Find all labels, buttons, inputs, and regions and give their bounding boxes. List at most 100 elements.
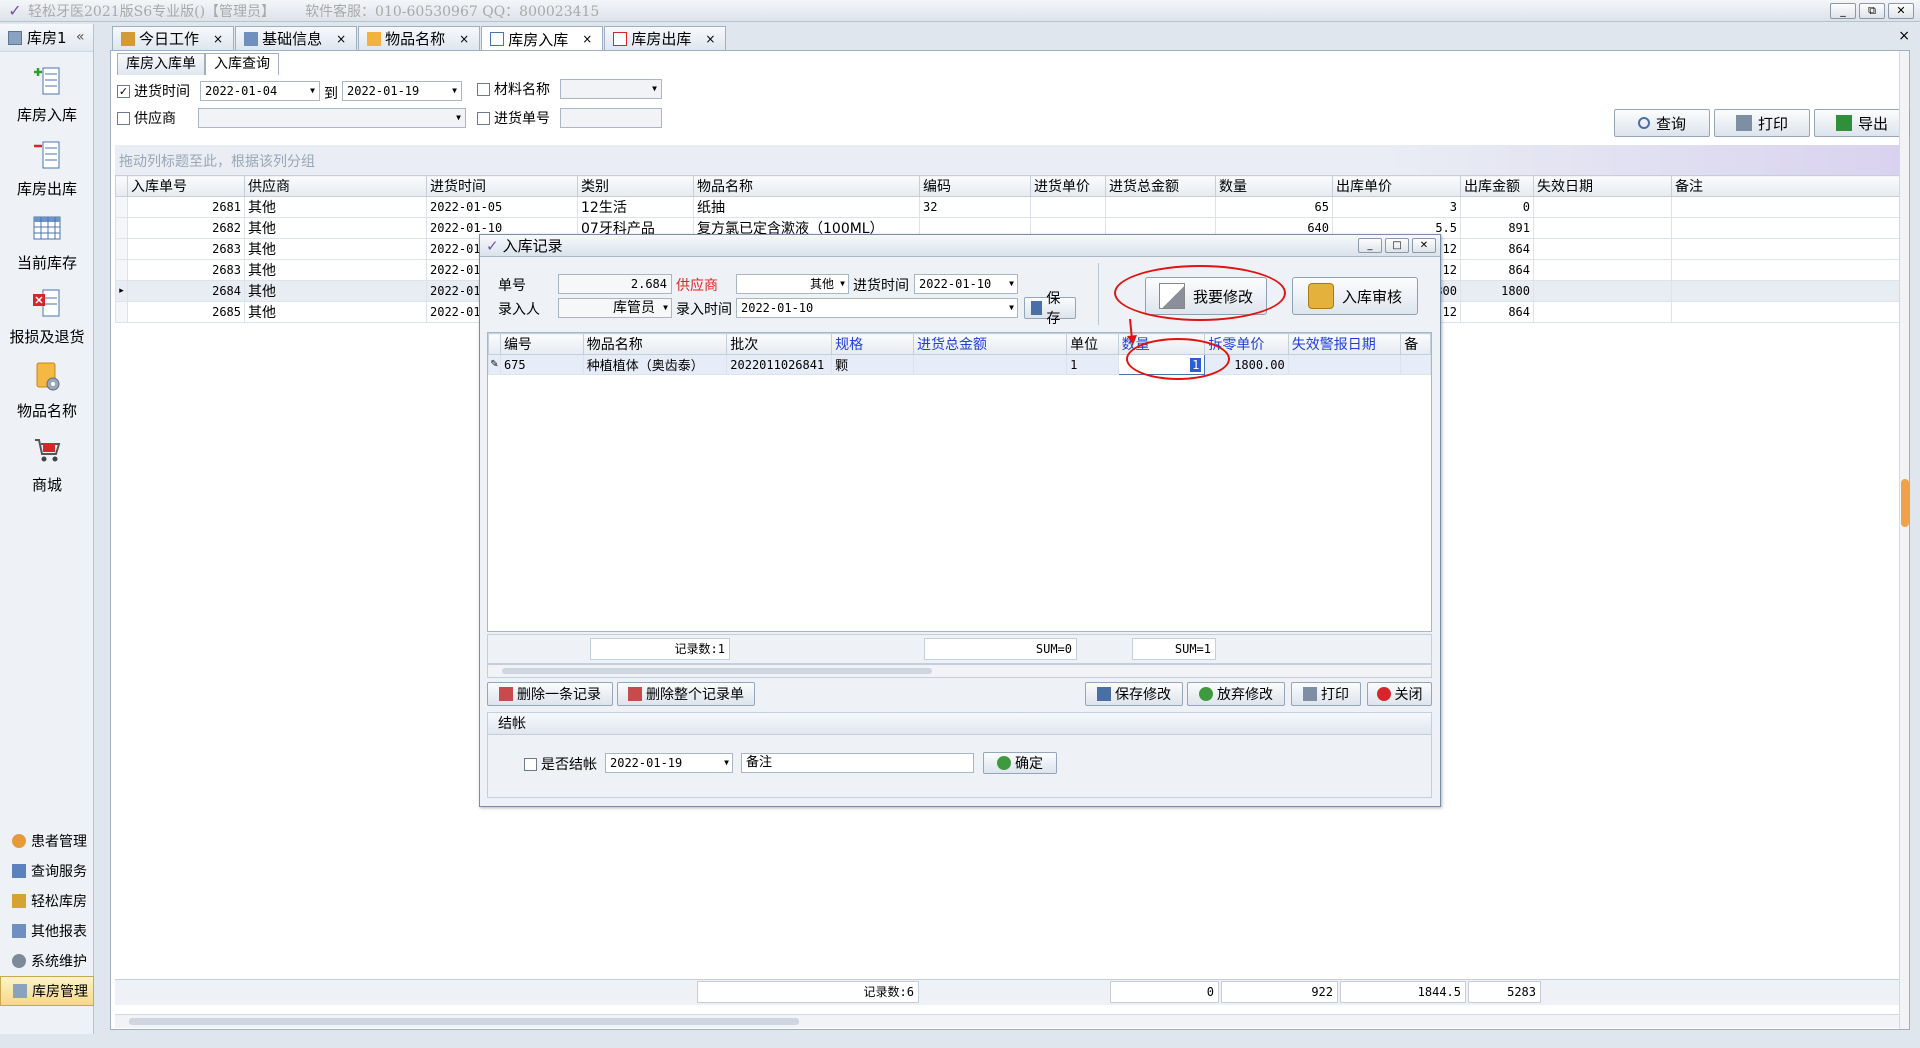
group-by-panel[interactable]: 拖动列标题至此，根据该列分组 (115, 145, 1905, 179)
tab-close-icon[interactable]: × (213, 32, 223, 46)
save-button[interactable]: 保存 (1024, 291, 1076, 327)
column-header[interactable]: 物品名称 (582, 333, 728, 355)
purchase-time-label: 进货时间 (853, 278, 909, 294)
tab-today-work[interactable]: 今日工作 × (112, 26, 235, 50)
column-header[interactable]: 供应商 (244, 175, 427, 197)
horizontal-scrollbar[interactable] (115, 1014, 1905, 1028)
column-header[interactable]: 失效日期 (1533, 175, 1672, 197)
column-header[interactable]: 入库单号 (127, 175, 245, 197)
subtab-stock-in-form[interactable]: 库房入库单 (117, 53, 205, 75)
purchase-time-picker[interactable]: 2022-01-10 ▼ (914, 274, 1018, 294)
tab-item-names[interactable]: 物品名称 × (358, 26, 481, 50)
quantity-cell-editor[interactable]: 1 (1117, 354, 1206, 375)
dialog-close-button[interactable]: ✕ (1412, 238, 1436, 253)
entry-time-picker[interactable]: 2022-01-10 ▼ (736, 298, 1018, 318)
column-header[interactable]: 拆零单价 (1204, 333, 1289, 355)
entered-by-field[interactable]: 库管员 ▼ (558, 298, 672, 318)
nav-item-storage-manage[interactable]: 库房管理 (0, 976, 94, 1006)
column-header[interactable]: 失效警报日期 (1287, 333, 1402, 355)
tab-close-icon[interactable]: × (582, 32, 592, 46)
export-button[interactable]: 导出 (1814, 109, 1910, 137)
tab-close-icon[interactable]: × (705, 32, 715, 46)
column-header[interactable]: 类别 (577, 175, 694, 197)
tab-close-icon[interactable]: × (336, 32, 346, 46)
purchase-time-checkbox[interactable]: ✓ (117, 84, 130, 98)
dialog-minimize-button[interactable]: _ (1358, 238, 1382, 253)
dialog-title: 入库记录 (502, 237, 563, 255)
minimize-button[interactable]: _ (1830, 3, 1856, 19)
supplier-select[interactable]: 其他 ▼ (736, 274, 849, 294)
column-header[interactable]: 批次 (726, 333, 833, 355)
table-row[interactable]: ✎ 675 种植植体（奥齿泰） 2022011026841 颗 1 1 1800… (488, 354, 1431, 375)
close-app-button[interactable]: ✕ (1888, 3, 1914, 19)
nav-item-warehouse[interactable]: 轻松库房 (0, 886, 94, 916)
dialog-title-bar[interactable]: ✓ 入库记录 _ □ ✕ (480, 235, 1440, 257)
table-row[interactable]: 2681 其他 2022-01-05 12生活 纸抽 32 65 3 0 (115, 196, 1901, 218)
column-header[interactable]: 进货单价 (1030, 175, 1106, 197)
print-button[interactable]: 打印 (1714, 109, 1810, 137)
modify-button[interactable]: 我要修改 (1145, 277, 1267, 315)
pencil-document-icon (1158, 283, 1185, 309)
column-header[interactable]: 编码 (919, 175, 1031, 197)
audit-button[interactable]: 入库审核 (1292, 277, 1418, 315)
detail-horizontal-scrollbar[interactable] (487, 664, 1432, 678)
floppy-icon (1031, 301, 1043, 315)
column-header[interactable]: 进货总金额 (1105, 175, 1216, 197)
save-changes-button[interactable]: 保存修改 (1085, 682, 1183, 706)
supplier-select[interactable]: ▼ (198, 108, 466, 128)
sidebar-item-inventory[interactable]: 当前库存 (0, 212, 94, 273)
column-header[interactable]: 进货总金额 (912, 333, 1068, 355)
scrollbar-thumb[interactable] (502, 668, 932, 674)
sidebar-item-item-names[interactable]: 物品名称 (0, 360, 94, 421)
tab-stock-out[interactable]: 库房出库 × (604, 26, 727, 50)
stock-in-icon (34, 67, 60, 95)
supplier-checkbox[interactable] (117, 111, 130, 125)
subtab-stock-in-query[interactable]: 入库查询 (205, 53, 279, 75)
nav-item-reports[interactable]: 其他报表 (0, 916, 94, 946)
row-indicator (115, 259, 128, 281)
column-header[interactable]: 备注 (1671, 175, 1901, 197)
date-to-picker[interactable]: 2022-01-19 ▼ (342, 81, 462, 101)
scrollbar-thumb[interactable] (129, 1018, 799, 1025)
tab-basic-info[interactable]: 基础信息 × (235, 26, 358, 50)
delete-all-records-button[interactable]: 删除整个记录单 (617, 682, 755, 706)
close-dialog-button[interactable]: 关闭 (1367, 682, 1432, 706)
settled-checkbox[interactable] (524, 757, 537, 771)
discard-changes-button[interactable]: 放弃修改 (1187, 682, 1285, 706)
dialog-maximize-button[interactable]: □ (1385, 238, 1409, 253)
sidebar-item-loss-return[interactable]: 报损及退货 (0, 286, 94, 347)
nav-item-maintenance[interactable]: 系统维护 (0, 946, 94, 976)
sidebar-item-shop[interactable]: 商城 (0, 434, 94, 495)
sidebar-item-stock-out[interactable]: 库房出库 (0, 138, 94, 199)
settlement-date-picker[interactable]: 2022-01-19 ▼ (605, 753, 733, 773)
date-from-picker[interactable]: 2022-01-04 ▼ (200, 81, 320, 101)
scrollbar-thumb[interactable] (1901, 479, 1909, 527)
tab-close-icon[interactable]: × (459, 32, 469, 46)
purchase-no-checkbox[interactable] (477, 111, 490, 125)
column-header[interactable]: 规格 (831, 333, 914, 355)
tab-stock-in[interactable]: 库房入库 × (481, 26, 604, 51)
column-header[interactable]: 备 (1400, 333, 1431, 355)
restore-button[interactable]: ⧉ (1859, 3, 1885, 19)
sidebar-item-stock-in[interactable]: 库房入库 (0, 64, 94, 125)
column-header[interactable]: 物品名称 (693, 175, 920, 197)
collapse-sidebar-button[interactable]: « (76, 29, 85, 45)
nav-item-query[interactable]: 查询服务 (0, 856, 94, 886)
print-dialog-button[interactable]: 打印 (1291, 682, 1361, 706)
material-name-select[interactable]: ▼ (560, 79, 662, 99)
purchase-no-input[interactable] (560, 108, 662, 128)
column-header[interactable]: 出库单价 (1332, 175, 1461, 197)
column-header[interactable]: 进货时间 (426, 175, 578, 197)
confirm-button[interactable]: 确定 (983, 752, 1057, 774)
query-button[interactable]: 查询 (1614, 109, 1710, 137)
settlement-note-input[interactable]: 备注 (741, 753, 974, 773)
column-header[interactable]: 数量 (1215, 175, 1333, 197)
vertical-scrollbar[interactable] (1899, 51, 1909, 1029)
close-all-tabs-button[interactable]: × (1898, 28, 1910, 44)
column-header[interactable]: 出库金额 (1460, 175, 1534, 197)
column-header[interactable]: 编号 (499, 333, 584, 355)
nav-item-patients[interactable]: 患者管理 (0, 826, 94, 856)
delete-one-record-button[interactable]: 删除一条记录 (487, 682, 613, 706)
column-header[interactable]: 单位 (1066, 333, 1119, 355)
material-name-checkbox[interactable] (477, 82, 490, 96)
